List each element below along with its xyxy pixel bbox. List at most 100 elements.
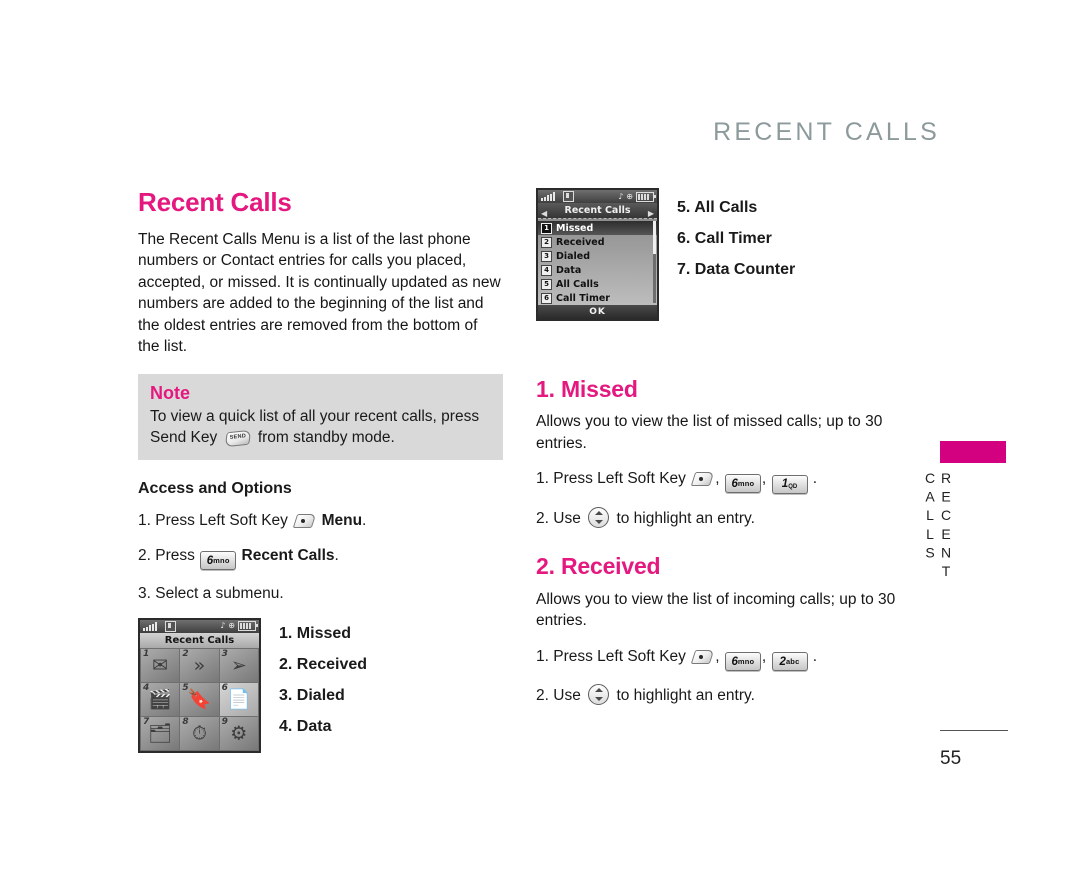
grid-cell-glyph: ⚙ <box>230 722 248 745</box>
list-title: Recent Calls <box>564 205 631 216</box>
step-text: Press Left Soft Key <box>553 470 686 488</box>
grid-cell-glyph: » <box>193 654 206 677</box>
soft-key-icon <box>292 513 317 528</box>
side-tab-label: RECENT CALLS <box>922 470 954 582</box>
grid-cell-index: 2 <box>182 648 189 659</box>
grid-cell-index: 9 <box>221 716 228 727</box>
list-item-missed[interactable]: 1 Missed <box>538 221 657 235</box>
manual-page: RECENT CALLS Recent Calls The Recent Cal… <box>0 0 1080 888</box>
step-2-period: . <box>334 546 339 564</box>
item-number: 2 <box>541 236 552 248</box>
grid-cell-glyph: 🗂 <box>148 722 173 745</box>
send-key-label: SEND <box>228 432 246 441</box>
ok-softkey[interactable]: OK <box>538 305 657 319</box>
grid-cell[interactable]: 2» <box>180 648 219 682</box>
item-number: 6 <box>541 292 552 304</box>
key-6-icon: 6mno <box>724 474 761 494</box>
grid-cell-selected[interactable]: 6 📄 <box>219 682 258 716</box>
item-label: Data <box>556 264 582 276</box>
section-step-1: 1. Press Left Soft Key , 6mno, 2abc . <box>536 646 932 671</box>
step-1: 1. Press Left Soft Key Menu. <box>138 510 503 532</box>
list-item: 5. All Calls <box>677 199 758 216</box>
step-1-period: . <box>362 511 367 529</box>
item-number: 1 <box>541 222 552 234</box>
key-letters: abc <box>785 656 800 666</box>
grid-cell[interactable]: 7 🗂 <box>141 716 180 750</box>
key-6-icon: 6mno <box>200 550 237 570</box>
grid-cell[interactable]: 9 ⚙ <box>219 716 258 750</box>
note-text-after: from standby mode. <box>257 428 395 446</box>
list-item: 4. Data <box>279 717 332 735</box>
step-number: 1. <box>536 470 549 488</box>
footer-rule <box>940 730 1008 731</box>
grid-cell-glyph: ➢ <box>230 654 247 677</box>
music-note-icon: ♪ <box>618 191 624 201</box>
grid-cell-index: 8 <box>182 716 189 727</box>
step-2: 2. Press 6mno Recent Calls. <box>138 545 503 570</box>
step-text-before: Use <box>553 686 581 704</box>
section-body: Allows you to view the list of missed ca… <box>536 413 883 452</box>
step-2-text-after: Recent Calls <box>241 546 335 564</box>
section-step-2: 2. Use to highlight an entry. <box>536 683 932 707</box>
key-6-icon: 6mno <box>724 651 761 671</box>
navigation-key-icon <box>588 683 610 705</box>
step-number: 1. <box>536 647 549 665</box>
step-text: Press Left Soft Key <box>553 647 686 665</box>
key-6-letters: mno <box>213 555 230 565</box>
list-item: 6. Call Timer <box>677 230 772 247</box>
grid-cell[interactable]: 4 🎬 <box>141 682 180 716</box>
section-received: 2. Received Allows you to view the list … <box>536 553 932 707</box>
grid-screenshot-row: ♪ ⊕ Recent Calls 1 ✉ 2» 3 ➢ 4 🎬 5 🔖 6 📄 7 🗂 8 ⏱… <box>138 617 503 753</box>
list-item-received[interactable]: 2 Received <box>538 235 657 249</box>
page-title: Recent Calls <box>138 187 292 217</box>
note-box: Note To view a quick list of all your re… <box>138 373 503 460</box>
list-item-dialed[interactable]: 3 Dialed <box>538 249 657 263</box>
list-screenshot-row: ♪ ⊕ ◀ Recent Calls ▶ 1 Missed 2 Received 3… <box>536 188 932 321</box>
list-item: 7. Data Counter <box>677 261 796 278</box>
list-item-all-calls[interactable]: 5 All Calls <box>538 277 657 291</box>
submenu-list-1-4: 1. Missed 2. Received 3. Dialed 4. Data <box>279 618 367 742</box>
grid-cell[interactable]: 8 ⏱ <box>180 716 219 750</box>
alarm-icon <box>165 620 176 632</box>
left-column: Recent Calls The Recent Calls Menu is a … <box>138 188 503 753</box>
section-title: 1. Missed <box>536 376 638 402</box>
list-item-data[interactable]: 4 Data <box>538 263 657 277</box>
item-label: Dialed <box>556 250 591 262</box>
submenu-list-5-7: 5. All Calls 6. Call Timer 7. Data Count… <box>677 188 795 285</box>
item-label: Call Timer <box>556 292 610 304</box>
right-column: ♪ ⊕ ◀ Recent Calls ▶ 1 Missed 2 Received 3… <box>536 188 932 720</box>
step-2-text-before: Press <box>155 546 195 564</box>
side-tab-block <box>940 441 1006 463</box>
status-right-icons: ♪ ⊕ <box>220 621 258 632</box>
grid-cell-index: 3 <box>221 648 228 659</box>
grid-cell[interactable]: 3 ➢ <box>219 648 258 682</box>
page-number: 55 <box>940 748 962 769</box>
grid-cell-glyph: 🎬 <box>148 688 172 711</box>
phone-screenshot-grid: ♪ ⊕ Recent Calls 1 ✉ 2» 3 ➢ 4 🎬 5 🔖 6 📄 7 🗂 8 ⏱… <box>138 617 261 753</box>
step-text-before: Use <box>553 510 581 528</box>
step-number: 2. <box>536 686 549 704</box>
battery-icon <box>636 191 656 202</box>
step-number: 2. <box>536 510 549 528</box>
menu-icon-grid: 1 ✉ 2» 3 ➢ 4 🎬 5 🔖 6 📄 7 🗂 8 ⏱ 9 ⚙ <box>140 647 259 751</box>
globe-icon: ⊕ <box>228 621 235 631</box>
send-key-icon: SEND <box>224 429 251 447</box>
scrollbar[interactable] <box>653 221 656 303</box>
intro-paragraph: The Recent Calls Menu is a list of the l… <box>138 230 501 356</box>
list-item-call-timer[interactable]: 6 Call Timer <box>538 291 657 305</box>
step-1-text-after: Menu <box>321 511 363 529</box>
key-letters: mno <box>737 656 755 666</box>
step-1-text-before: Press Left Soft Key <box>155 511 288 529</box>
grid-title: Recent Calls <box>140 632 259 648</box>
alarm-icon <box>563 191 574 202</box>
globe-icon: ⊕ <box>626 191 633 201</box>
grid-cell[interactable]: 1 ✉ <box>141 648 180 682</box>
signal-bars-icon <box>143 621 157 631</box>
step-text-after: to highlight an entry. <box>616 686 755 704</box>
section-title: 2. Received <box>536 553 661 580</box>
grid-cell[interactable]: 5 🔖 <box>180 682 219 716</box>
key-2-icon: 2abc <box>771 651 808 671</box>
note-label: Note <box>150 382 190 403</box>
item-label: Received <box>556 236 605 248</box>
step-3-number: 3. <box>138 584 151 602</box>
